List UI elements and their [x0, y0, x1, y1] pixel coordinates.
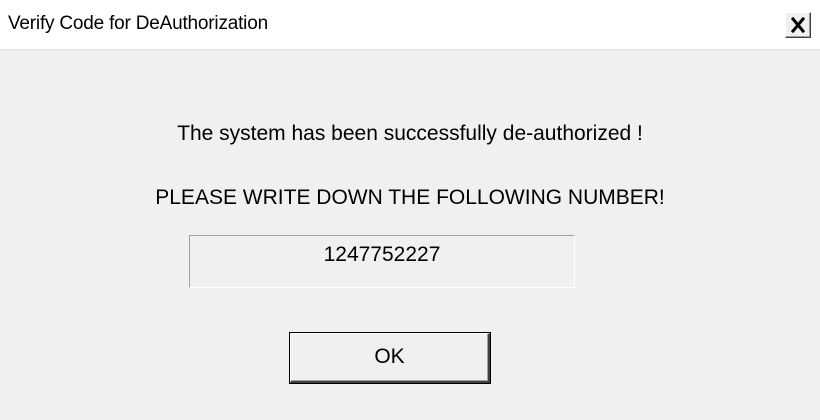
instruction-message: PLEASE WRITE DOWN THE FOLLOWING NUMBER!	[155, 186, 665, 209]
close-icon	[790, 16, 806, 34]
window-title: Verify Code for DeAuthorization	[8, 13, 268, 34]
verification-number-field[interactable]: 1247752227	[189, 235, 575, 288]
dialog-window: Verify Code for DeAuthorization The syst…	[0, 0, 820, 420]
title-bar: Verify Code for DeAuthorization	[0, 0, 820, 49]
ok-button[interactable]: OK	[290, 333, 490, 383]
success-message: The system has been successfully de-auth…	[177, 122, 643, 145]
close-button[interactable]	[785, 12, 811, 38]
dialog-content: The system has been successfully de-auth…	[0, 49, 820, 420]
